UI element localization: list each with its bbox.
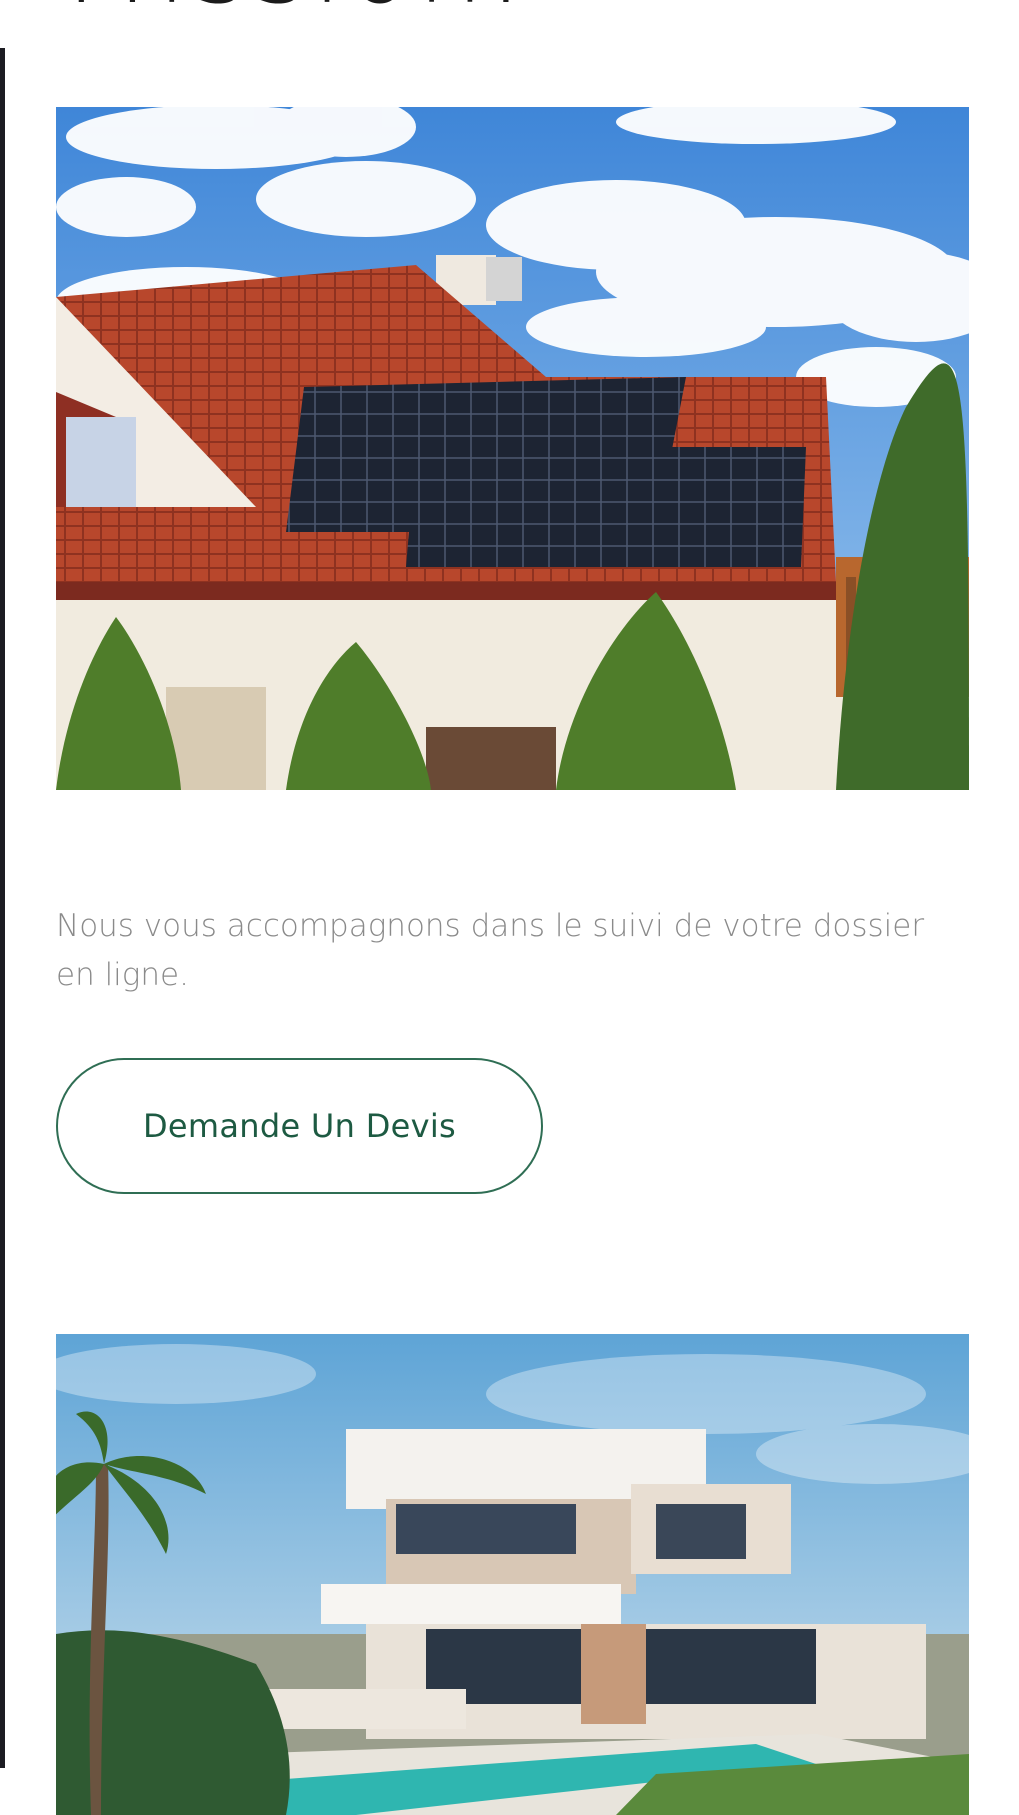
modern-villa-with-pool-photo xyxy=(56,1334,969,1815)
left-divider xyxy=(0,48,5,1768)
house-with-solar-panels-photo xyxy=(56,107,969,790)
request-quote-button[interactable]: Demande Un Devis xyxy=(56,1058,543,1194)
intro-text: Nous vous accompagnons dans le suivi de … xyxy=(56,908,925,993)
section-heading: Mission. xyxy=(62,0,529,18)
